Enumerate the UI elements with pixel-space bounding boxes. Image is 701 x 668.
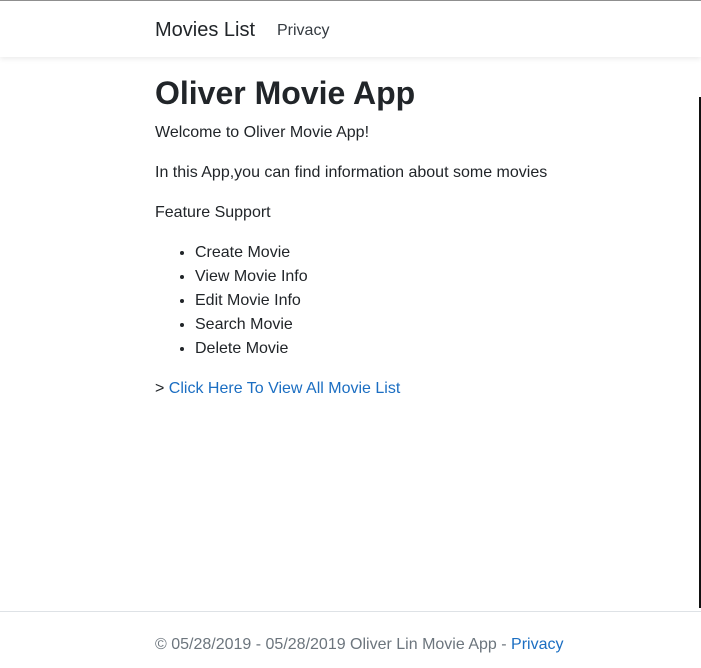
feature-heading: Feature Support — [155, 204, 271, 221]
footer-copyright-text: © 05/28/2019 - 05/28/2019 Oliver Lin Mov… — [155, 636, 512, 653]
footer-copyright: © 05/28/2019 - 05/28/2019 Oliver Lin Mov… — [155, 633, 563, 657]
top-navbar: Movies List Privacy — [0, 0, 701, 57]
nav-link-privacy[interactable]: Privacy — [277, 21, 329, 41]
footer: © 05/28/2019 - 05/28/2019 Oliver Lin Mov… — [0, 611, 701, 668]
link-prefix: > — [155, 380, 169, 397]
footer-privacy-link[interactable]: Privacy — [511, 636, 563, 653]
navbar-brand-link[interactable]: Movies List — [155, 18, 255, 42]
feature-item-edit-movie-info: Edit Movie Info — [195, 289, 675, 313]
feature-item-view-movie-info: View Movie Info — [195, 265, 675, 289]
feature-item-delete-movie: Delete Movie — [195, 337, 675, 361]
intro-text: In this App,you can find information abo… — [155, 164, 548, 181]
feature-item-create-movie: Create Movie — [195, 241, 675, 265]
movie-list-link-line: > Click Here To View All Movie List — [155, 377, 675, 401]
page: Movies List Privacy Oliver Movie App Wel… — [0, 0, 701, 668]
feature-list: Create Movie View Movie Info Edit Movie … — [155, 241, 675, 361]
view-all-movies-link[interactable]: Click Here To View All Movie List — [169, 380, 401, 397]
main-content: Oliver Movie App Welcome to Oliver Movie… — [155, 73, 675, 401]
feature-item-search-movie: Search Movie — [195, 313, 675, 337]
page-title: Oliver Movie App — [155, 75, 416, 111]
welcome-text: Welcome to Oliver Movie App! — [155, 124, 370, 141]
